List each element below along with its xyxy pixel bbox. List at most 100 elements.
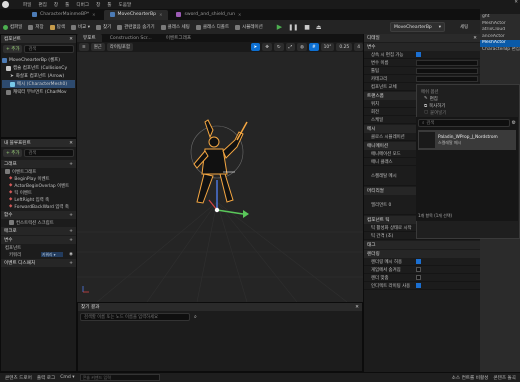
menu-item-edit[interactable]: 편집 [38, 2, 46, 8]
variable-item[interactable]: 키워리 키워리 ▾ ◉ [1, 251, 76, 258]
plus-icon[interactable]: + [69, 261, 73, 266]
menu-item-paste[interactable]: ▢ 붙여넣기 [421, 109, 515, 116]
plus-icon[interactable]: + [69, 238, 73, 243]
event-item[interactable]: ◆ BeginPlay 이벤트 [1, 175, 76, 182]
viewport-menu-button[interactable]: ≡ [79, 43, 89, 51]
render-custom-checkbox[interactable] [416, 275, 421, 280]
plus-icon[interactable]: + [69, 162, 73, 167]
outliner-item[interactable]: CharacterBp 편집 [480, 47, 520, 54]
grid-snap-button[interactable]: # [308, 43, 319, 51]
viewport-panel[interactable]: 뷰포트 Construction Scr... 이벤트그래프 ≡ 원근 라이팅포… [77, 34, 363, 302]
gizmo-y-axis[interactable] [216, 209, 244, 215]
rendering-section[interactable]: 렌더링 [364, 250, 480, 258]
pause-button[interactable]: ❚❚ [285, 22, 301, 32]
tree-item-movement[interactable]: 캐릭터 무브먼트 (CharMov [2, 88, 75, 96]
add-component-button[interactable]: + 추가 [3, 45, 23, 53]
add-member-button[interactable]: + 추가 [3, 149, 23, 157]
hidden-checkbox[interactable] [416, 267, 421, 272]
simulation-button[interactable]: 시뮬레이션 [232, 22, 266, 32]
tab-character-main[interactable]: CharacterMainmeBP* ✕ [26, 10, 102, 20]
binoculars-icon[interactable]: ⌕ [194, 314, 197, 320]
class-settings-button[interactable]: 클래스 세팅 [158, 22, 193, 32]
variable-name-field[interactable] [416, 59, 478, 66]
debug-object-dropdown[interactable]: MoveChearterBp ▾ [390, 22, 445, 32]
diff-button[interactable]: 비교 ▾ [68, 22, 93, 32]
tree-item-self[interactable]: MoveChearterBp (셀프) [2, 56, 75, 64]
event-item[interactable]: ◆ 틱 이벤트 [1, 189, 76, 196]
menu-item-file[interactable]: 파일 [23, 2, 31, 8]
eye-icon[interactable]: ◉ [69, 252, 73, 257]
rotate-tool-button[interactable]: ↻ [273, 43, 284, 51]
tree-item-arrow[interactable]: ➤ 화살표 컴포넌트 (Arrow) [2, 72, 75, 80]
variable-type-pill[interactable]: 키워리 ▾ [41, 252, 63, 257]
stop-button[interactable]: ■ [301, 22, 313, 32]
gizmo-center[interactable] [214, 207, 220, 213]
variable-section[interactable]: 변수 [364, 43, 480, 51]
event-item[interactable]: ◆ ActorBeginOverlap 이벤트 [1, 182, 76, 189]
indirect-checkbox[interactable] [416, 283, 421, 288]
close-icon[interactable]: ✕ [514, 0, 520, 7]
menu-item-tools[interactable]: 툴 [65, 2, 69, 8]
content-controls-button[interactable]: 콘텐츠 돌곡 [493, 375, 516, 381]
menu-item-asset[interactable]: 창 [54, 2, 58, 8]
close-icon[interactable]: ✕ [92, 12, 95, 17]
rotation-snap-button[interactable]: 10° [320, 43, 335, 51]
menu-item-edit[interactable]: ✎ 편집 [421, 95, 515, 102]
compile-button[interactable]: 컴파일 [0, 22, 25, 32]
world-local-button[interactable]: ◍ [297, 43, 307, 51]
output-log-button[interactable]: 출력 로그 [37, 375, 55, 381]
hide-unrelated-button[interactable]: 관련없음 숨기기 [114, 22, 157, 32]
console-input[interactable]: 콘솔 커맨드 입력 [79, 374, 160, 381]
close-icon[interactable]: ✕ [159, 12, 162, 17]
gear-icon[interactable]: ⚙ [512, 120, 516, 126]
variables-section[interactable]: 변수 + [1, 236, 76, 244]
lit-button[interactable]: 라이팅포함 [106, 43, 133, 51]
close-icon[interactable]: ✕ [69, 37, 73, 42]
category-field[interactable] [416, 75, 478, 82]
dispatchers-section[interactable]: 이벤트 디스패처 + [1, 259, 76, 267]
close-icon[interactable]: ✕ [473, 36, 477, 41]
eject-button[interactable]: ⏏ [313, 22, 325, 32]
tab-construction[interactable]: Construction Scr... [104, 34, 158, 42]
perspective-button[interactable]: 원근 [90, 43, 105, 51]
tooltip-field[interactable] [416, 67, 478, 74]
tags-section[interactable]: 태그 [364, 241, 480, 249]
menu-item-tools2[interactable]: 툴 [107, 2, 111, 8]
settings-button[interactable]: 세팅 [460, 22, 480, 32]
my-blueprint-search-input[interactable]: 검색 [24, 149, 74, 157]
visible-checkbox[interactable] [416, 259, 421, 264]
graphs-section[interactable]: 그래프 + [1, 160, 76, 168]
tab-move-chearter[interactable]: MoveChearterBp ✕ [103, 9, 169, 20]
cmd-dropdown[interactable]: Cmd ▾ [60, 375, 74, 380]
menu-item-window[interactable]: 창 [96, 2, 100, 8]
asset-search-input[interactable]: ⌕ 검색 [418, 119, 510, 127]
save-button[interactable]: 저장 [25, 22, 46, 32]
close-icon[interactable]: ✕ [69, 141, 73, 146]
asset-item-selected[interactable]: Paladin_WProp_J_Nordstrom 스켈레탈 메시 [418, 130, 516, 150]
components-subsection[interactable]: 컴포넌트 [1, 244, 76, 251]
browse-button[interactable]: 탐색 [47, 22, 68, 32]
event-item[interactable]: ◆ LeftRight 입력 축 [1, 196, 76, 203]
find-button[interactable]: 찾기 [93, 22, 114, 32]
unreal-logo-icon[interactable] [2, 1, 9, 8]
tab-sword-shield-run[interactable]: sword_and_shield_run ✕ [170, 10, 247, 20]
editable-checkbox[interactable] [416, 52, 421, 57]
play-button[interactable]: ▶ [274, 22, 285, 32]
components-search-input[interactable]: 검색 [24, 45, 74, 53]
content-drawer-button[interactable]: 콘텐츠 드로어 [5, 375, 32, 381]
plus-icon[interactable]: + [69, 213, 73, 218]
menu-item-help[interactable]: 도움말 [119, 2, 132, 8]
close-icon[interactable]: ✕ [355, 305, 359, 310]
menu-item-copy[interactable]: ⧉ 복사하기 [421, 102, 515, 109]
find-results-search-input[interactable]: 검색할 이름 또는 노드 이름을 입력하세요 [80, 313, 190, 321]
event-item[interactable]: ◆ ForwardBackWard 입력 축 [1, 203, 76, 210]
source-control-button[interactable]: 소스 컨트롤 비활성 [452, 375, 489, 381]
select-tool-button[interactable]: ➤ [250, 43, 261, 51]
tab-viewport[interactable]: 뷰포트 [77, 34, 102, 42]
macros-section[interactable]: 매크로 + [1, 227, 76, 235]
close-icon[interactable]: ✕ [238, 12, 241, 17]
scale-snap-button[interactable]: 0.25 [336, 43, 353, 51]
functions-section[interactable]: 함수 + [1, 211, 76, 219]
move-tool-button[interactable]: ✥ [262, 43, 272, 51]
tree-item-capsule[interactable]: 캡슐 컴포넌트 (CollisionCy [2, 64, 75, 72]
